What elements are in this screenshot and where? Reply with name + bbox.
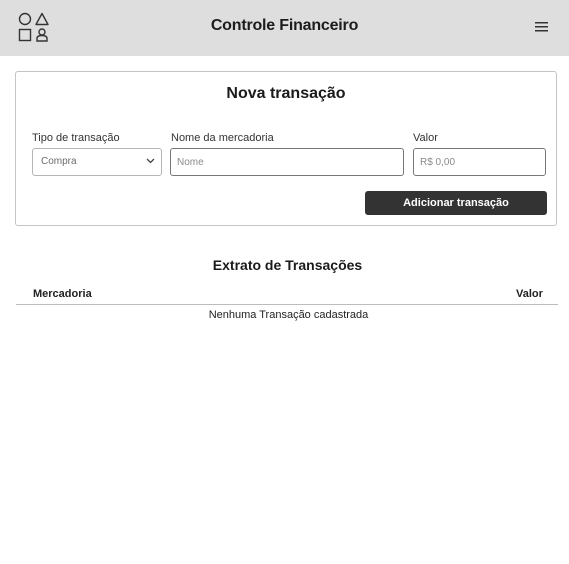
statement-title: Extrato de Transações — [212, 257, 363, 273]
app-header: Controle Financeiro — [0, 0, 569, 56]
transaction-type-value: Compra — [41, 156, 77, 167]
form-title: Nova transação — [226, 85, 346, 102]
transaction-type-select[interactable]: Compra — [32, 148, 162, 176]
chevron-down-icon — [146, 158, 155, 164]
value-label: Valor — [413, 132, 438, 144]
merchandise-name-input[interactable] — [170, 148, 404, 176]
column-header-merchandise: Mercadoria — [33, 288, 92, 300]
app-title: Controle Financeiro — [210, 17, 359, 34]
new-transaction-card: Nova transação Tipo de transação Compra … — [15, 71, 557, 226]
empty-state-message: Nenhuma Transação cadastrada — [208, 309, 369, 321]
add-transaction-button[interactable]: Adicionar transação — [365, 191, 547, 215]
column-header-value: Valor — [516, 288, 543, 300]
table-divider — [16, 304, 558, 305]
value-input[interactable] — [413, 148, 546, 176]
hamburger-menu-icon[interactable] — [532, 19, 552, 35]
transaction-type-label: Tipo de transação — [32, 132, 120, 144]
merchandise-name-label: Nome da mercadoria — [171, 132, 274, 144]
